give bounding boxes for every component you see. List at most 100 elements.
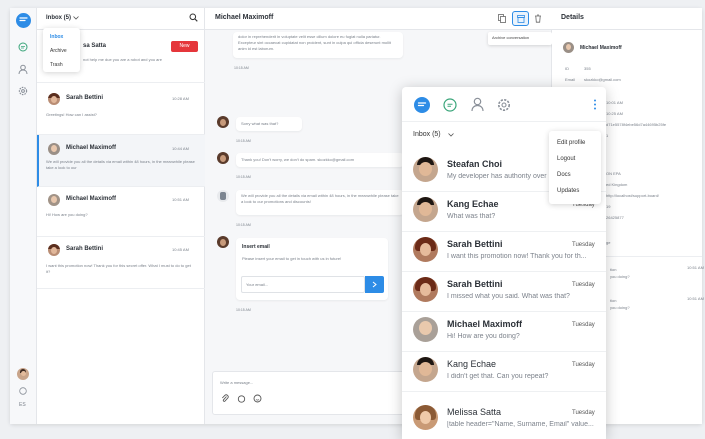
details-line: 10:25 AM — [606, 111, 623, 116]
list-item-time: 10:51 AM — [172, 197, 189, 202]
avatar — [413, 277, 438, 302]
details-line: ed Kingdom — [606, 182, 628, 187]
list-item-message: Hi! How are you doing? — [447, 333, 520, 340]
list-item-name: Sarah Bettini — [447, 279, 503, 289]
list-item-message: What was that? — [447, 213, 496, 220]
dropdown-item-inbox[interactable]: Inbox — [50, 34, 63, 40]
menu-item-updates[interactable]: Updates — [549, 183, 601, 199]
chat-icon[interactable] — [443, 98, 457, 112]
composer[interactable] — [212, 371, 406, 415]
card-title: Insert email — [242, 244, 270, 250]
list-item-name: Sarah Bettini — [66, 95, 104, 101]
list-item-name: Michael Maximoff — [66, 145, 117, 151]
gear-icon[interactable] — [497, 98, 511, 112]
avatar — [217, 236, 229, 248]
dropdown-item-archive[interactable]: Archive — [50, 48, 67, 54]
avatar — [413, 405, 438, 430]
avatar — [413, 317, 438, 342]
details-line: 1 — [606, 133, 609, 138]
card-text: Please insert your email to get in touch… — [242, 256, 342, 261]
language-label[interactable]: ES — [19, 402, 26, 408]
message-bubble: Sorry what was that? — [236, 117, 302, 131]
composer-placeholder: Write a message... — [220, 380, 254, 385]
list-item[interactable] — [37, 83, 205, 135]
conv-message: you doing? — [610, 305, 630, 310]
list-item-message: I missed what you said. What was that? — [447, 293, 570, 300]
copy-icon[interactable] — [498, 14, 506, 23]
list-item-time: 10:28 AM — [172, 96, 189, 101]
submit-email-button[interactable] — [365, 276, 384, 293]
list-item-message: I want this promotion now! Thank you for… — [46, 263, 191, 274]
menu-item-docs[interactable]: Docs — [549, 167, 601, 183]
list-item-name: Sarah Bettini — [447, 239, 503, 249]
tooltip: Archive conversation — [488, 32, 552, 45]
archive-button[interactable] — [512, 11, 529, 26]
message-text: dolor in reprehenderit in voluptate veli… — [238, 34, 391, 51]
conv-snippet: tion — [610, 298, 617, 303]
list-item-message: I didn't get that. Can you repeat? — [447, 373, 549, 380]
avatar — [48, 143, 60, 155]
email-input-placeholder: Your email... — [246, 282, 269, 287]
user-icon[interactable] — [471, 97, 484, 112]
avatar — [48, 244, 60, 256]
audio-icon[interactable] — [237, 395, 246, 403]
dropdown-item-trash[interactable]: Trash — [50, 62, 63, 68]
list-item-time: Tuesday — [572, 242, 595, 248]
details-line: 26425877 — [606, 215, 624, 220]
avatar — [48, 93, 60, 105]
list-item-time: Tuesday — [572, 362, 595, 368]
message-time: 10:15 AM — [236, 308, 251, 312]
avatar — [413, 357, 438, 382]
list-item-name: Steafan Choi — [447, 159, 503, 169]
menu-item-logout[interactable]: Logout — [549, 151, 601, 167]
trash-icon[interactable] — [534, 14, 542, 23]
profile-menu: Edit profile Logout Docs Updates — [549, 131, 601, 204]
message-text: Sorry what was that? — [241, 121, 279, 126]
list-item-name: Sarah Bettini — [66, 246, 104, 252]
archive-icon — [517, 15, 525, 23]
user-avatar[interactable] — [17, 368, 29, 380]
list-item-message: Greetings! How can I assist? — [46, 112, 97, 117]
email-input[interactable]: Your email... — [241, 276, 365, 293]
chat-logo-icon[interactable] — [414, 97, 430, 113]
help-icon[interactable] — [19, 387, 27, 395]
conv-snippet: tion — [610, 267, 617, 272]
mobile-inbox-filter[interactable]: Inbox (5) — [413, 131, 441, 138]
details-name: Michael Maximoff — [580, 45, 622, 51]
details-id-value: 355 — [584, 66, 591, 71]
avatar — [413, 157, 438, 182]
avatar — [413, 237, 438, 262]
list-item-name: Michael Maximoff — [447, 319, 523, 329]
emoji-icon[interactable] — [253, 394, 262, 403]
chat-icon[interactable] — [18, 42, 28, 52]
avatar — [563, 42, 574, 53]
list-item-message: I want this promotion now! Thank you for… — [447, 253, 587, 260]
user-icon[interactable] — [18, 64, 28, 75]
attachment-icon[interactable] — [221, 394, 229, 403]
avatar — [413, 197, 438, 222]
list-item-time: 10:44 AM — [172, 146, 189, 151]
chevron-down-icon[interactable] — [73, 16, 79, 20]
details-line: http://localhost/support-board/ — [606, 193, 659, 198]
chevron-down-icon[interactable] — [448, 133, 454, 137]
menu-item-edit-profile[interactable]: Edit profile — [549, 131, 601, 151]
chat-logo-icon[interactable] — [16, 13, 31, 28]
list-item-name: Michael Maximoff — [66, 196, 117, 202]
list-item-message: We will provide you all the details via … — [46, 159, 195, 170]
details-line: ge — [606, 240, 611, 245]
conv-message: you doing? — [610, 274, 630, 279]
inbox-filter[interactable]: Inbox (5) — [46, 15, 71, 21]
divider — [606, 256, 702, 257]
message-time: 10:15 AM — [234, 66, 249, 70]
list-item-name: sa Satta — [83, 43, 107, 49]
message-time: 10:15 AM — [236, 223, 251, 227]
conv-time: 10:51 AM — [687, 265, 704, 270]
more-menu-icon[interactable] — [593, 99, 597, 110]
search-icon[interactable] — [189, 13, 198, 22]
list-item-time: Tuesday — [572, 410, 595, 416]
chevron-right-icon — [372, 281, 377, 288]
details-title: Details — [561, 14, 584, 21]
gear-icon[interactable] — [18, 86, 28, 96]
list-item-name: Kang Echae — [447, 359, 497, 369]
conv-time: 10:51 AM — [687, 296, 704, 301]
